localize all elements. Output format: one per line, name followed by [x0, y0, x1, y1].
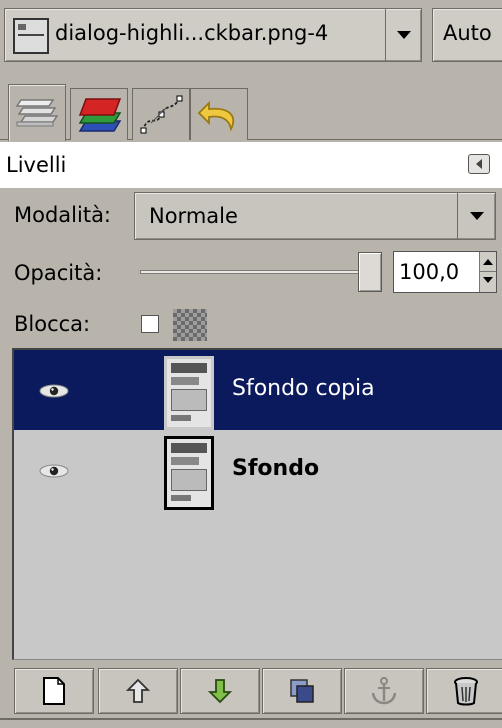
- lock-label: Blocca:: [14, 312, 91, 336]
- channels-icon: [78, 97, 122, 132]
- mode-select[interactable]: Normale: [134, 192, 496, 240]
- opacity-spin-buttons[interactable]: [479, 252, 496, 292]
- anchor-layer-button[interactable]: [344, 668, 424, 714]
- delete-layer-button[interactable]: [426, 668, 502, 714]
- chevron-down-icon: [396, 31, 411, 39]
- menu-arrow-icon: [476, 159, 482, 169]
- mode-value: Normale: [149, 204, 238, 228]
- chevron-down-icon: [469, 212, 484, 220]
- dock-tab-strip: [0, 78, 502, 141]
- lower-layer-icon: [208, 679, 232, 704]
- bottom-divider: [0, 718, 502, 720]
- spin-down-icon[interactable]: [483, 277, 493, 283]
- layer-name[interactable]: Sfondo: [232, 456, 319, 481]
- tab-paths[interactable]: [132, 88, 190, 140]
- new-layer-icon: [43, 677, 65, 705]
- layer-row[interactable]: Sfondo: [14, 430, 502, 510]
- lock-row: Blocca:: [0, 298, 502, 348]
- mode-row: Modalità: Normale: [0, 190, 502, 244]
- tab-undo[interactable]: [190, 88, 248, 140]
- layer-row[interactable]: Sfondo copia: [14, 350, 502, 430]
- opacity-spinbox[interactable]: 100,0: [393, 251, 497, 293]
- eye-icon[interactable]: [38, 464, 70, 478]
- duplicate-layer-icon: [290, 679, 314, 703]
- raise-layer-button[interactable]: [98, 668, 178, 714]
- anchor-icon: [371, 677, 397, 705]
- tab-layers[interactable]: [8, 84, 66, 141]
- layer-list[interactable]: Sfondo copia Sfondo: [12, 348, 502, 660]
- panel-title-bar: Livelli: [0, 142, 502, 188]
- lock-alpha-checkbox[interactable]: [141, 315, 159, 333]
- opacity-label: Opacità:: [14, 261, 103, 285]
- image-selector-label: dialog-highli...ckbar.png-4: [55, 21, 329, 45]
- mode-label: Modalità:: [14, 203, 112, 227]
- mode-dropdown-button[interactable]: [457, 193, 495, 239]
- raise-layer-icon: [126, 678, 150, 703]
- spin-up-icon[interactable]: [483, 259, 493, 265]
- lower-layer-button[interactable]: [180, 668, 260, 714]
- layer-thumbnail: [164, 436, 214, 510]
- image-selector-dropdown-button[interactable]: [385, 9, 421, 61]
- layer-name[interactable]: Sfondo copia: [232, 376, 375, 401]
- duplicate-layer-button[interactable]: [262, 668, 342, 714]
- eye-icon[interactable]: [38, 384, 70, 398]
- image-selector-combo[interactable]: dialog-highli...ckbar.png-4: [4, 8, 422, 62]
- opacity-value[interactable]: 100,0: [399, 260, 459, 284]
- image-thumbnail-icon: [13, 18, 49, 54]
- image-selector-row: dialog-highli...ckbar.png-4 Auto: [0, 0, 502, 72]
- panel-title: Livelli: [6, 153, 67, 177]
- auto-button[interactable]: Auto: [432, 8, 502, 62]
- alpha-checker-icon: [173, 309, 207, 341]
- opacity-slider-handle[interactable]: [358, 252, 382, 292]
- trash-icon: [454, 677, 478, 706]
- undo-icon: [197, 100, 235, 132]
- new-layer-button[interactable]: [14, 668, 94, 714]
- opacity-row: Opacità: 100,0: [0, 246, 502, 298]
- tab-channels[interactable]: [70, 88, 128, 140]
- panel-menu-button[interactable]: [468, 154, 490, 174]
- opacity-slider-track[interactable]: [140, 270, 380, 274]
- layer-thumbnail: [164, 356, 214, 430]
- layers-icon: [15, 99, 59, 127]
- spin-divider: [480, 271, 496, 272]
- paths-icon: [140, 95, 183, 133]
